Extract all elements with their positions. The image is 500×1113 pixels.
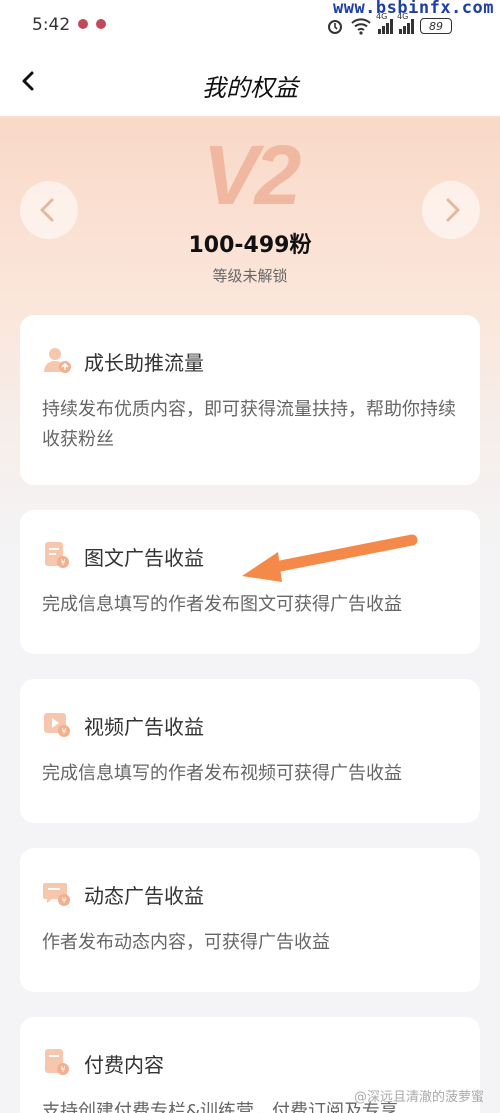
- paid-content-icon: ¥: [45, 1049, 69, 1075]
- page-title: 我的权益: [202, 74, 298, 102]
- benefit-card-post-ads[interactable]: ¥ 动态广告收益 作者发布动态内容，可获得广告收益: [20, 848, 480, 992]
- signal-icon: 4G: [376, 12, 393, 34]
- level-badge: V2: [202, 128, 302, 222]
- signal-icon: 4G: [397, 12, 414, 34]
- status-icons: 4G 4G 89: [326, 12, 452, 36]
- wifi-icon: [351, 18, 371, 35]
- annotation-arrow-icon: [242, 534, 418, 582]
- card-desc: 作者发布动态内容，可获得广告收益: [42, 932, 330, 953]
- author-watermark: @深远且清澈的菠萝蜜: [353, 1090, 484, 1105]
- card-title: 视频广告收益: [84, 715, 204, 739]
- svg-text:¥: ¥: [60, 1065, 65, 1074]
- battery-icon: 89: [420, 18, 452, 34]
- card-title: 动态广告收益: [84, 884, 204, 908]
- card-desc: 完成信息填写的作者发布图文可获得广告收益: [42, 594, 402, 615]
- status-time: 5:42: [32, 15, 71, 35]
- card-title: 付费内容: [84, 1053, 164, 1077]
- alarm-icon: [328, 20, 342, 34]
- notification-icon: [96, 19, 106, 29]
- benefit-card-growth[interactable]: 成长助推流量 持续发布优质内容，即可获得流量扶持，帮助你持续收获粉丝: [20, 315, 480, 485]
- card-desc: 持续发布优质内容，即可获得流量扶持，帮助你持续收获粉丝: [42, 399, 456, 450]
- notification-icon: [78, 19, 88, 29]
- nav-bar: 我的权益: [0, 50, 500, 116]
- fans-range: 100-499粉: [188, 233, 312, 258]
- card-title: 成长助推流量: [84, 351, 204, 375]
- post-coin-icon: ¥: [43, 883, 70, 906]
- level-status: 等级未解锁: [212, 267, 288, 285]
- video-coin-icon: ¥: [44, 713, 70, 737]
- svg-text:¥: ¥: [60, 558, 65, 567]
- document-coin-icon: ¥: [45, 542, 69, 568]
- status-bar: 5:42 4G 4G 89 www.bsbinfx.com: [0, 0, 500, 50]
- user-growth-icon: [44, 348, 71, 373]
- benefit-card-video-ads[interactable]: ¥ 视频广告收益 完成信息填写的作者发布视频可获得广告收益: [20, 679, 480, 823]
- svg-text:¥: ¥: [61, 727, 66, 736]
- card-title: 图文广告收益: [84, 546, 204, 570]
- svg-text:¥: ¥: [61, 896, 66, 905]
- site-watermark: www.bsbinfx.com: [332, 0, 494, 18]
- card-desc: 完成信息填写的作者发布视频可获得广告收益: [42, 763, 402, 784]
